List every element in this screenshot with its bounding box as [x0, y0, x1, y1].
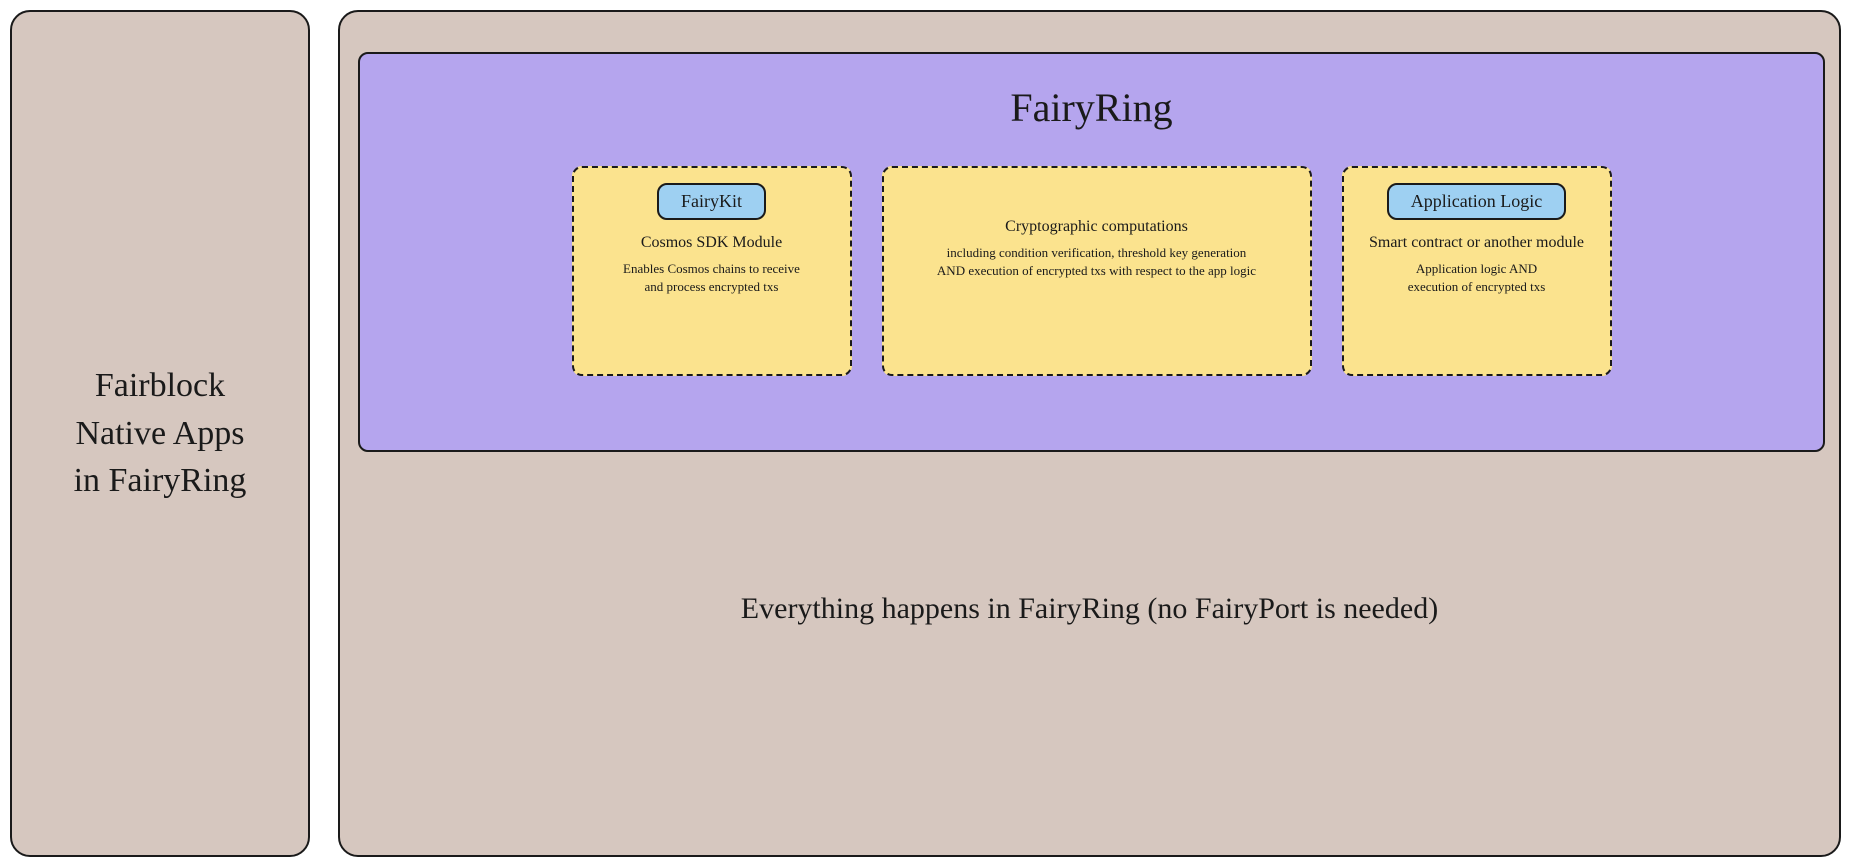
applogic-subtitle: Smart contract or another module: [1369, 234, 1584, 252]
fairykit-desc: Enables Cosmos chains to receive and pro…: [623, 260, 800, 296]
crypto-desc: including condition verification, thresh…: [937, 244, 1256, 280]
crypto-box: Cryptographic computations including con…: [882, 166, 1312, 376]
left-panel: Fairblock Native Apps in FairyRing: [10, 10, 310, 857]
applogic-box: Application Logic Smart contract or anot…: [1342, 166, 1612, 376]
crypto-subtitle: Cryptographic computations: [1005, 218, 1188, 236]
applogic-chip: Application Logic: [1387, 183, 1566, 220]
fairyring-inner-row: FairyKit Cosmos SDK Module Enables Cosmo…: [360, 166, 1823, 376]
fairykit-box: FairyKit Cosmos SDK Module Enables Cosmo…: [572, 166, 852, 376]
fairyring-title: FairyRing: [360, 84, 1823, 131]
fairykit-subtitle: Cosmos SDK Module: [641, 234, 782, 252]
right-panel: FairyRing FairyKit Cosmos SDK Module Ena…: [338, 10, 1841, 857]
applogic-desc: Application logic AND execution of encry…: [1408, 260, 1546, 296]
left-panel-title: Fairblock Native Apps in FairyRing: [64, 362, 257, 505]
bottom-caption: Everything happens in FairyRing (no Fair…: [340, 592, 1839, 626]
fairyring-container: FairyRing FairyKit Cosmos SDK Module Ena…: [358, 52, 1825, 452]
fairykit-chip: FairyKit: [657, 183, 766, 220]
